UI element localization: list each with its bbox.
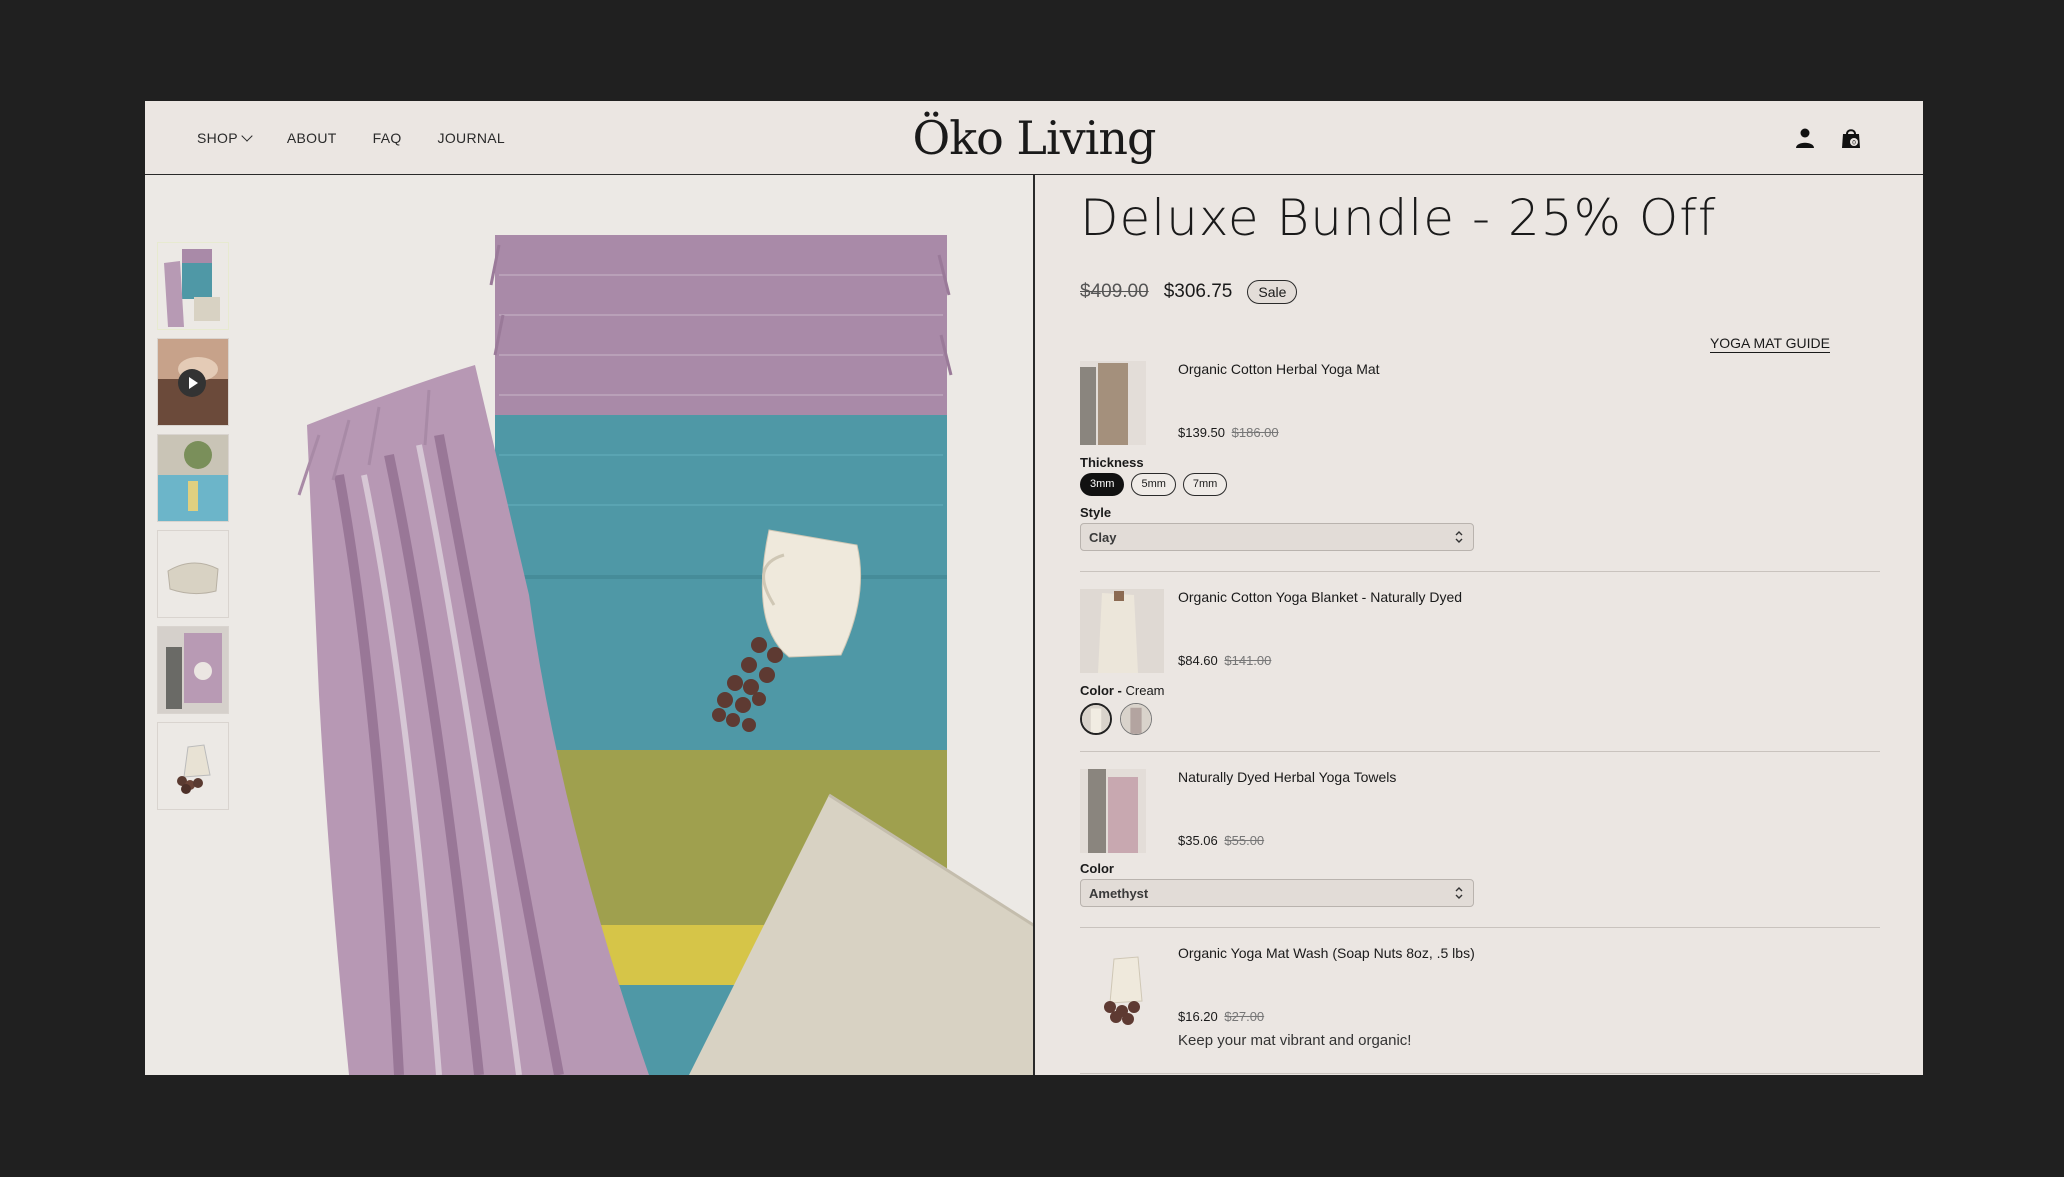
item-name: Organic Cotton Yoga Blanket - Naturally …	[1178, 589, 1463, 605]
color-selected-value: Cream	[1125, 683, 1165, 698]
thumbnail-4[interactable]	[157, 530, 229, 618]
swatch-alternate[interactable]	[1120, 703, 1152, 735]
sale-badge: Sale	[1247, 280, 1298, 304]
item-name: Naturally Dyed Herbal Yoga Towels	[1178, 769, 1397, 785]
item-image	[1080, 589, 1164, 673]
item-image	[1080, 361, 1146, 445]
product-details: Deluxe Bundle - 25% Off $409.00 $306.75 …	[1080, 175, 1880, 1075]
yoga-mat-guide-link[interactable]: YOGA MAT GUIDE	[1709, 335, 1830, 353]
thumbnail-5[interactable]	[157, 626, 229, 714]
cart-icon[interactable]: 0	[1839, 126, 1863, 150]
thumbnail-strip	[157, 242, 229, 818]
item-price: $139.50 $186.00	[1178, 425, 1279, 440]
color-select[interactable]: Amethyst	[1080, 879, 1474, 907]
item-divider	[1080, 571, 1880, 572]
main-product-image	[229, 175, 1033, 1075]
item-divider	[1080, 927, 1880, 928]
item-description: Keep your mat vibrant and organic!	[1178, 1032, 1412, 1049]
item-compare-price: $186.00	[1231, 425, 1279, 440]
thickness-options: 3mm 5mm 7mm	[1080, 473, 1228, 496]
play-icon	[178, 369, 206, 397]
color-select-value: Amethyst	[1089, 886, 1149, 901]
item-price: $35.06 $55.00	[1178, 833, 1264, 848]
column-divider	[1033, 175, 1035, 1075]
thumbnail-image	[158, 531, 228, 617]
item-price: $84.60 $141.00	[1178, 653, 1271, 668]
thickness-label: Thickness	[1080, 455, 1144, 470]
item-compare-price: $55.00	[1224, 833, 1265, 848]
site-header: SHOP ABOUT FAQ JOURNAL Öko Living 0	[145, 101, 1923, 175]
select-arrows-icon	[1455, 887, 1463, 899]
item-sale-price: $84.60	[1178, 653, 1218, 668]
price-row: $409.00 $306.75 Sale	[1080, 280, 1298, 304]
thumbnail-image	[158, 243, 228, 329]
item-image	[1080, 769, 1146, 853]
sale-price: $306.75	[1163, 281, 1233, 302]
thumbnail-image	[158, 627, 228, 713]
compare-at-price: $409.00	[1080, 281, 1149, 302]
item-sale-price: $16.20	[1178, 1009, 1218, 1024]
color-label-text: Color -	[1080, 683, 1126, 698]
style-label: Style	[1080, 505, 1112, 520]
thumbnail-1[interactable]	[157, 242, 229, 330]
color-label: Color - Cream	[1080, 683, 1165, 698]
product-gallery	[145, 175, 1033, 1075]
thumbnail-image	[158, 435, 228, 521]
item-name: Organic Cotton Herbal Yoga Mat	[1178, 361, 1380, 377]
item-sale-price: $35.06	[1178, 833, 1218, 848]
thumbnail-3[interactable]	[157, 434, 229, 522]
select-arrows-icon	[1455, 531, 1463, 543]
account-icon[interactable]	[1793, 126, 1817, 150]
swatch-cream[interactable]	[1080, 703, 1112, 735]
item-compare-price: $27.00	[1224, 1009, 1265, 1024]
item-sale-price: $139.50	[1178, 425, 1225, 440]
style-select[interactable]: Clay	[1080, 523, 1474, 551]
item-divider	[1080, 1073, 1880, 1074]
thumbnail-6[interactable]	[157, 722, 229, 810]
color-swatches	[1080, 703, 1152, 735]
item-compare-price: $141.00	[1224, 653, 1272, 668]
style-select-value: Clay	[1089, 530, 1117, 545]
store-page: SHOP ABOUT FAQ JOURNAL Öko Living 0 Delu…	[145, 101, 1923, 1075]
color-label: Color	[1080, 861, 1114, 876]
product-title: Deluxe Bundle - 25% Off	[1080, 189, 1717, 247]
header-icons: 0	[1793, 126, 1863, 150]
thickness-option-5mm[interactable]: 5mm	[1131, 473, 1176, 496]
item-name: Organic Yoga Mat Wash (Soap Nuts 8oz, .5…	[1178, 945, 1475, 961]
thickness-option-3mm[interactable]: 3mm	[1080, 473, 1125, 496]
item-divider	[1080, 751, 1880, 752]
item-price: $16.20 $27.00	[1178, 1009, 1264, 1024]
thumbnail-video[interactable]	[157, 338, 229, 426]
site-logo[interactable]: Öko Living	[145, 111, 1923, 165]
thumbnail-image	[158, 723, 228, 809]
item-image	[1080, 945, 1164, 1029]
thickness-option-7mm[interactable]: 7mm	[1182, 473, 1228, 496]
cart-count: 0	[1852, 140, 1856, 147]
